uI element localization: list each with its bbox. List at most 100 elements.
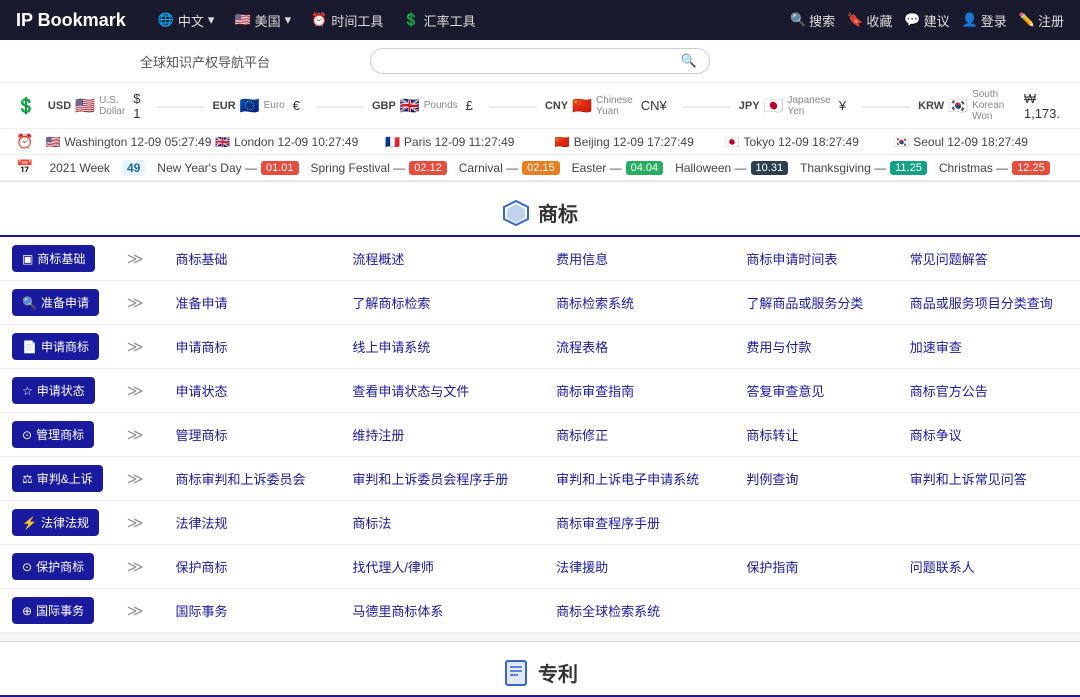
menu-link[interactable]: 商标审查指南 [548,382,642,401]
menu-link[interactable]: 商标修正 [548,426,616,445]
category-button[interactable]: 🔍 准备申请 [12,289,99,316]
search-action[interactable]: 🔍 搜索 [790,11,835,30]
menu-link[interactable]: 审判和上诉委员会程序手册 [344,470,516,489]
currency-usd: USD 🇺🇸 U.S. Dollar $ 1 ———— [48,91,213,121]
currency-cny: CNY 🇨🇳 Chinese Yuan CN¥ ———— [545,95,739,117]
globe-icon: 🌐 [158,12,174,28]
menu-link[interactable]: 了解商品或服务分类 [738,294,871,313]
new-year-badge: 01.01 [261,161,299,175]
clock-tokyo: 🇯🇵 Tokyo 12-09 18:27:49 [725,135,895,149]
menu-link[interactable]: 费用信息 [548,250,616,269]
flag-jp: 🇯🇵 [725,135,740,149]
menu-link[interactable]: 法律援助 [548,558,616,577]
nav-country[interactable]: 🇺🇸 美国 ▾ [226,7,299,34]
suggest-action[interactable]: 💬 建议 [904,11,949,30]
menu-link[interactable]: 找代理人/律师 [344,558,442,577]
menu-link[interactable]: 常见问题解答 [902,250,996,269]
menu-link[interactable]: 维持注册 [344,426,412,445]
category-button[interactable]: ⚖ 审判&上诉 [12,465,103,492]
menu-link[interactable]: 费用与付款 [738,338,819,357]
menu-link[interactable]: 商标转让 [738,426,806,445]
arrow-icon: ≫ [127,603,144,620]
flag-fr: 🇫🇷 [385,135,400,149]
menu-link[interactable]: 商标审查程序手册 [548,514,668,533]
halloween-badge: 10.31 [751,161,789,175]
menu-link[interactable]: 商标检索系统 [548,294,642,313]
menu-link[interactable]: 保护指南 [738,558,806,577]
arrow-icon: ≫ [127,427,144,444]
menu-link[interactable]: 准备申请 [168,294,236,313]
btn-icon: ⊙ [22,560,32,574]
category-button[interactable]: ⚡ 法律法规 [12,509,99,536]
carnival-badge: 02.15 [522,161,560,175]
patent-header: 专利 [0,642,1080,697]
menu-link[interactable]: 管理商标 [168,426,236,445]
week-label: 2021 Week [49,161,110,175]
menu-link[interactable]: 商标官方公告 [902,382,996,401]
btn-icon: ⚖ [22,472,33,486]
login-action[interactable]: 👤 登录 [962,11,1007,30]
clock-beijing: 🇨🇳 Beijing 12-09 17:27:49 [555,135,725,149]
table-row: ⊙ 保护商标≫保护商标找代理人/律师法律援助保护指南问题联系人 [0,545,1080,589]
clock-washington: 🇺🇸 Washington 12-09 05:27:49 [45,135,215,149]
nav-time-tool[interactable]: ⏰ 时间工具 [303,7,391,34]
nav-language[interactable]: 🌐 中文 ▾ [150,7,223,34]
calendar-row: 📅 2021 Week 49 New Year's Day — 01.01 Sp… [0,155,1080,181]
menu-link[interactable]: 答复审查意见 [738,382,832,401]
menu-link[interactable]: 马德里商标体系 [344,602,451,621]
menu-link[interactable]: 商标法 [344,514,399,533]
menu-link[interactable]: 商标争议 [902,426,970,445]
btn-icon: 📄 [22,340,37,354]
search-box[interactable]: 🔍 [370,48,710,74]
flag-cn: 🇨🇳 [555,135,570,149]
menu-link[interactable]: 申请商标 [168,338,236,357]
menu-link[interactable]: 商标审判和上诉委员会 [168,470,314,489]
register-action[interactable]: ✏️ 注册 [1019,11,1064,30]
menu-link[interactable]: 商品或服务项目分类查询 [902,294,1061,313]
category-button[interactable]: ⊙ 管理商标 [12,421,94,448]
menu-link[interactable]: 商标基础 [168,250,236,269]
spring-festival-badge: 02.12 [409,161,447,175]
category-button[interactable]: ▣ 商标基础 [12,245,95,272]
btn-icon: ⚡ [22,516,37,530]
menu-link[interactable]: 加速审查 [902,338,970,357]
menu-link[interactable]: 国际事务 [168,602,236,621]
btn-icon: 🔍 [22,296,37,310]
menu-link[interactable]: 线上申请系统 [344,338,438,357]
menu-link[interactable]: 查看申请状态与文件 [344,382,477,401]
search-input[interactable] [383,54,681,69]
menu-link[interactable]: 商标申请时间表 [738,250,845,269]
category-button[interactable]: ⊕ 国际事务 [12,597,94,624]
category-button[interactable]: ☆ 申请状态 [12,377,95,404]
menu-link[interactable]: 流程概述 [344,250,412,269]
table-row: 🔍 准备申请≫准备申请了解商标检索商标检索系统了解商品或服务分类商品或服务项目分… [0,281,1080,325]
menu-link[interactable]: 审判和上诉电子申请系统 [548,470,707,489]
date-thanksgiving: Thanksgiving — 11.25 [800,161,927,175]
btn-icon: ☆ [22,384,33,398]
menu-link[interactable]: 保护商标 [168,558,236,577]
menu-link[interactable]: 了解商标检索 [344,294,438,313]
search-submit-icon[interactable]: 🔍 [681,53,697,69]
btn-icon: ⊙ [22,428,32,442]
category-button[interactable]: 📄 申请商标 [12,333,99,360]
chevron-down-icon: ▾ [208,12,215,28]
date-new-year: New Year's Day — 01.01 [157,161,298,175]
menu-link[interactable]: 问题联系人 [902,558,983,577]
logo: IP Bookmark [16,10,126,31]
menu-link[interactable]: 审判和上诉常见问答 [902,470,1035,489]
clock-london: 🇬🇧 London 12-09 10:27:49 [215,135,385,149]
flag-us: 🇺🇸 [45,135,60,149]
patent-section: 专利 [0,641,1080,697]
register-icon: ✏️ [1019,12,1035,28]
trademark-menu-table: ▣ 商标基础 ≫ 商标基础 流程概述 费用信息 商标申请时间表 常见问题解答 🔍 准备申请 ≫ 准… [0,237,1080,633]
menu-link[interactable]: 商标全球检索系统 [548,602,668,621]
nav-exchange-tool[interactable]: 💲 汇率工具 [395,7,483,34]
table-row: 📄 申请商标≫申请商标线上申请系统流程表格费用与付款加速审查 [0,325,1080,369]
bookmark-action[interactable]: 🔖 收藏 [847,11,892,30]
currency-jpy: JPY 🇯🇵 Japanese Yen ¥ ———— [739,95,918,117]
menu-link[interactable]: 申请状态 [168,382,236,401]
menu-link[interactable]: 法律法规 [168,514,236,533]
category-button[interactable]: ⊙ 保护商标 [12,553,94,580]
menu-link[interactable]: 流程表格 [548,338,616,357]
menu-link[interactable]: 判例查询 [738,470,806,489]
